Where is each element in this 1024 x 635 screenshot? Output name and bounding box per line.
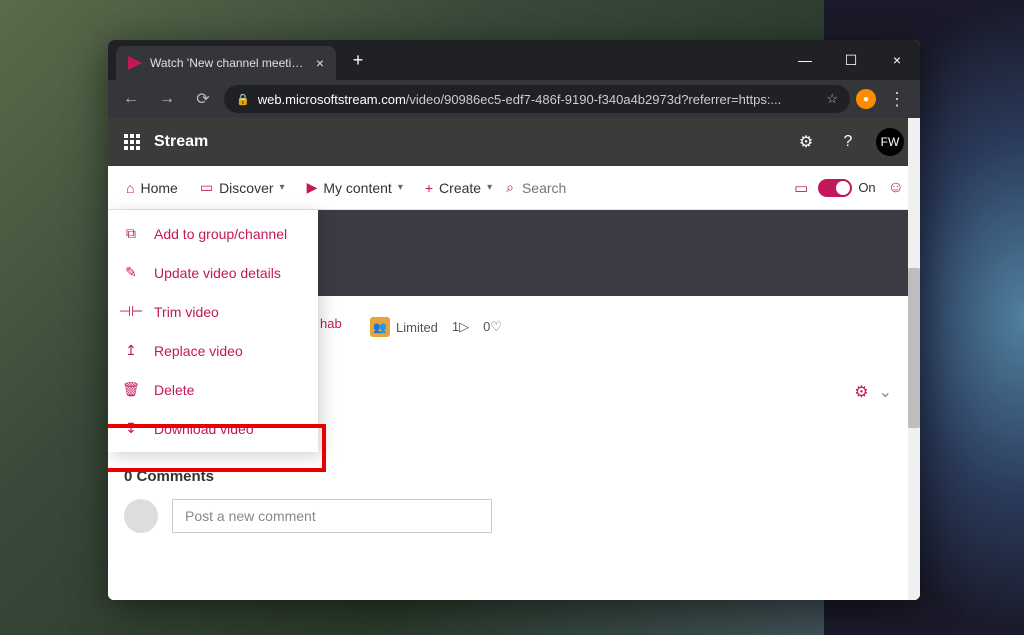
stream-app: Stream ⚙ ? FW ⌂Home ▭Discover▾ ▶My conte… — [108, 118, 920, 600]
video-icon: ▶ — [307, 179, 318, 196]
menu-download-video[interactable]: ↧ Download video — [108, 409, 318, 448]
chevron-down-icon: ▾ — [487, 182, 492, 193]
video-actions-menu: ⧉ Add to group/channel ✎ Update video de… — [108, 210, 318, 452]
author-name-partial[interactable]: hab — [320, 316, 342, 331]
extension-icon[interactable]: ● — [856, 89, 876, 109]
chat-icon: ▭ — [200, 179, 213, 196]
menu-trim-video[interactable]: ⊣⊢ Trim video — [108, 292, 318, 331]
chevron-down-icon: ▾ — [280, 182, 285, 193]
replace-icon: ↥ — [122, 342, 140, 359]
video-player-area[interactable] — [314, 210, 908, 296]
comments-heading: 0 Comments — [124, 468, 892, 485]
user-avatar[interactable]: FW — [876, 128, 904, 156]
expand-chevron-icon[interactable]: ⌄ — [879, 382, 892, 402]
trim-icon: ⊣⊢ — [122, 303, 140, 320]
stream-header: Stream ⚙ ? FW — [108, 118, 920, 166]
browser-menu-button[interactable]: ⋮ — [882, 89, 912, 110]
screencast-icon[interactable]: ▭ — [790, 179, 812, 197]
browser-titlebar: Watch 'New channel meeting' | M × + — ☐ … — [108, 40, 920, 80]
likes-count: 0♡ — [483, 319, 502, 335]
companion-toggle[interactable] — [818, 179, 852, 197]
comment-input[interactable]: Post a new comment — [172, 499, 492, 533]
bookmark-star-icon[interactable]: ☆ — [826, 91, 838, 107]
trash-icon: 🗑 — [122, 381, 140, 398]
menu-add-to-group[interactable]: ⧉ Add to group/channel — [108, 214, 318, 253]
browser-window: Watch 'New channel meeting' | M × + — ☐ … — [108, 40, 920, 600]
help-icon[interactable]: ? — [834, 128, 862, 156]
window-minimize-button[interactable]: — — [782, 40, 828, 80]
views-count: 1▷ — [452, 319, 469, 335]
group-add-icon: ⧉ — [122, 225, 140, 242]
url-field[interactable]: 🔒 web.microsoftstream.com/video/90986ec5… — [224, 85, 850, 113]
video-settings-icon[interactable]: ⚙ — [854, 382, 868, 402]
window-close-button[interactable]: × — [874, 40, 920, 80]
window-maximize-button[interactable]: ☐ — [828, 40, 874, 80]
search-icon: ⌕ — [506, 179, 514, 196]
nav-back-button[interactable]: ← — [116, 84, 146, 114]
app-launcher-icon[interactable] — [124, 134, 140, 150]
search-box[interactable]: ⌕ — [506, 179, 622, 196]
menu-delete[interactable]: 🗑 Delete — [108, 370, 318, 409]
nav-reload-button[interactable]: ⟳ — [188, 84, 218, 114]
play-icon: ▷ — [459, 319, 469, 334]
browser-tab[interactable]: Watch 'New channel meeting' | M × — [116, 46, 336, 80]
plus-icon: + — [425, 180, 433, 196]
app-title: Stream — [154, 133, 208, 151]
nav-mycontent[interactable]: ▶My content▾ — [299, 175, 411, 200]
nav-discover[interactable]: ▭Discover▾ — [192, 175, 293, 200]
pencil-icon: ✎ — [122, 264, 140, 281]
nav-forward-button[interactable]: → — [152, 84, 182, 114]
menu-update-details[interactable]: ✎ Update video details — [108, 253, 318, 292]
url-text: web.microsoftstream.com/video/90986ec5-e… — [258, 92, 819, 107]
toggle-label: On — [858, 180, 875, 195]
home-icon: ⌂ — [126, 180, 134, 196]
nav-create[interactable]: +Create▾ — [417, 176, 500, 200]
heart-icon: ♡ — [490, 319, 502, 334]
lock-icon: 🔒 — [236, 93, 250, 106]
tab-close-icon[interactable]: × — [316, 55, 324, 71]
new-tab-button[interactable]: + — [344, 46, 372, 74]
search-input[interactable] — [522, 180, 622, 196]
comment-avatar — [124, 499, 158, 533]
people-icon: 👥 — [370, 317, 390, 337]
feedback-icon[interactable]: ☺ — [882, 179, 910, 197]
scrollbar-track[interactable] — [908, 118, 920, 600]
chevron-down-icon: ▾ — [398, 182, 403, 193]
stream-toolbar: ⌂Home ▭Discover▾ ▶My content▾ +Create▾ ⌕… — [108, 166, 920, 210]
tab-title: Watch 'New channel meeting' | M — [150, 56, 308, 70]
settings-gear-icon[interactable]: ⚙ — [792, 128, 820, 156]
menu-replace-video[interactable]: ↥ Replace video — [108, 331, 318, 370]
browser-address-bar: ← → ⟳ 🔒 web.microsoftstream.com/video/90… — [108, 80, 920, 118]
stream-favicon-icon — [128, 56, 142, 70]
scrollbar-thumb[interactable] — [908, 268, 920, 428]
nav-home[interactable]: ⌂Home — [118, 176, 186, 200]
download-icon: ↧ — [122, 420, 140, 437]
privacy-badge[interactable]: 👥 Limited — [370, 317, 438, 337]
